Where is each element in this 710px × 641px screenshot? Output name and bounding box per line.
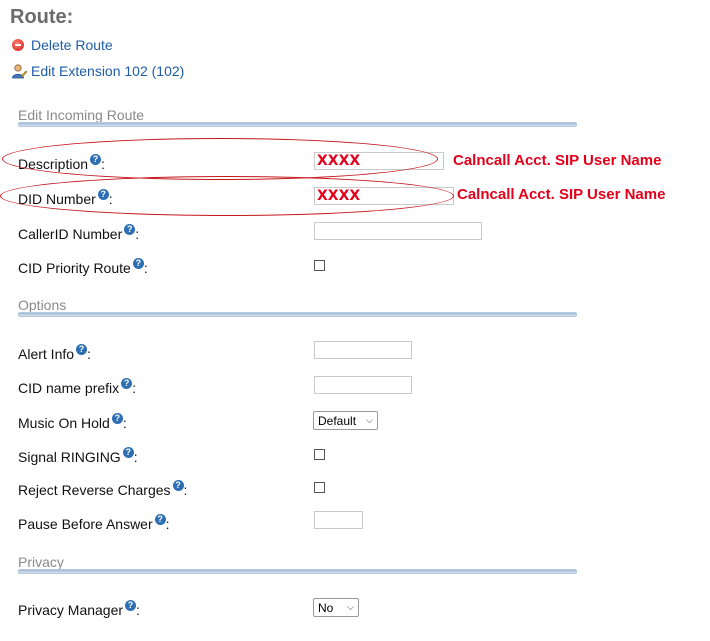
cid-name-prefix-label-text: CID name prefix: [18, 380, 120, 396]
pause-before-answer-label-text: Pause Before Answer: [18, 516, 153, 532]
alert-info-label-text: Alert Info: [18, 346, 75, 362]
privacy-manager-label-text: Privacy Manager: [18, 602, 124, 618]
callerid-number-label-text: CallerID Number: [18, 226, 123, 242]
signal-ringing-label-text: Signal RINGING: [18, 449, 121, 465]
help-icon[interactable]: ?: [132, 257, 144, 269]
help-icon[interactable]: ?: [121, 377, 133, 389]
help-icon[interactable]: ?: [97, 188, 109, 200]
help-icon[interactable]: ?: [154, 513, 166, 525]
page-title: Route:: [10, 6, 74, 28]
delete-icon: [12, 39, 24, 51]
help-icon[interactable]: ?: [90, 153, 102, 165]
description-label: Description ?:: [18, 153, 105, 172]
edit-extension-label: Edit Extension 102 (102): [31, 63, 185, 79]
music-on-hold-label-text: Music On Hold: [18, 415, 110, 431]
pause-before-answer-label: Pause Before Answer ?:: [18, 513, 170, 532]
reject-reverse-charges-label: Reject Reverse Charges ?:: [18, 479, 188, 498]
chevron-down-icon: ⌵: [366, 415, 373, 425]
did-number-value: XXXX: [317, 188, 361, 204]
help-icon[interactable]: ?: [172, 479, 184, 491]
callerid-number-input[interactable]: [314, 222, 482, 240]
delete-route-link[interactable]: Delete Route: [12, 37, 113, 53]
music-on-hold-select[interactable]: Default ⌵: [313, 411, 378, 430]
callerid-number-label: CallerID Number ?:: [18, 223, 140, 242]
privacy-manager-label: Privacy Manager ?:: [18, 599, 140, 618]
alert-info-label: Alert Info ?:: [18, 343, 91, 362]
signal-ringing-checkbox[interactable]: [314, 449, 325, 460]
section-divider: [18, 312, 577, 317]
did-number-label: DID Number ?:: [18, 188, 113, 207]
pause-before-answer-input[interactable]: [314, 511, 363, 529]
reject-reverse-charges-checkbox[interactable]: [314, 482, 325, 493]
did-number-label-text: DID Number: [18, 191, 96, 207]
delete-route-label: Delete Route: [31, 37, 113, 53]
help-icon[interactable]: ?: [122, 446, 134, 458]
user-edit-icon: [11, 63, 28, 79]
did-number-input[interactable]: XXXX: [314, 187, 454, 205]
cid-priority-route-checkbox[interactable]: [314, 260, 325, 271]
privacy-manager-select[interactable]: No ⌵: [313, 598, 359, 617]
description-label-text: Description: [18, 156, 89, 172]
reject-reverse-charges-label-text: Reject Reverse Charges: [18, 482, 171, 498]
edit-extension-link[interactable]: Edit Extension 102 (102): [11, 63, 184, 79]
section-divider: [18, 122, 577, 127]
did-number-annotation: Calncall Acct. SIP User Name: [457, 186, 666, 203]
cid-name-prefix-label: CID name prefix ?:: [18, 377, 137, 396]
description-input[interactable]: XXXX: [314, 152, 444, 170]
section-divider: [18, 569, 577, 574]
section-privacy: Privacy: [18, 554, 64, 570]
music-on-hold-selected: Default: [318, 413, 357, 428]
help-icon[interactable]: ?: [124, 223, 136, 235]
description-value: XXXX: [317, 153, 361, 169]
signal-ringing-label: Signal RINGING ?:: [18, 446, 138, 465]
section-options: Options: [18, 297, 67, 313]
music-on-hold-label: Music On Hold ?:: [18, 412, 127, 431]
alert-info-input[interactable]: [314, 341, 412, 359]
help-icon[interactable]: ?: [111, 412, 123, 424]
cid-name-prefix-input[interactable]: [314, 376, 412, 394]
help-icon[interactable]: ?: [125, 599, 137, 611]
chevron-down-icon: ⌵: [347, 602, 354, 612]
privacy-manager-selected: No: [318, 600, 334, 615]
help-icon[interactable]: ?: [76, 343, 88, 355]
section-edit-incoming-route: Edit Incoming Route: [18, 107, 145, 123]
description-annotation: Calncall Acct. SIP User Name: [453, 152, 662, 169]
cid-priority-route-label: CID Priority Route ?:: [18, 257, 148, 276]
cid-priority-route-label-text: CID Priority Route: [18, 260, 131, 276]
